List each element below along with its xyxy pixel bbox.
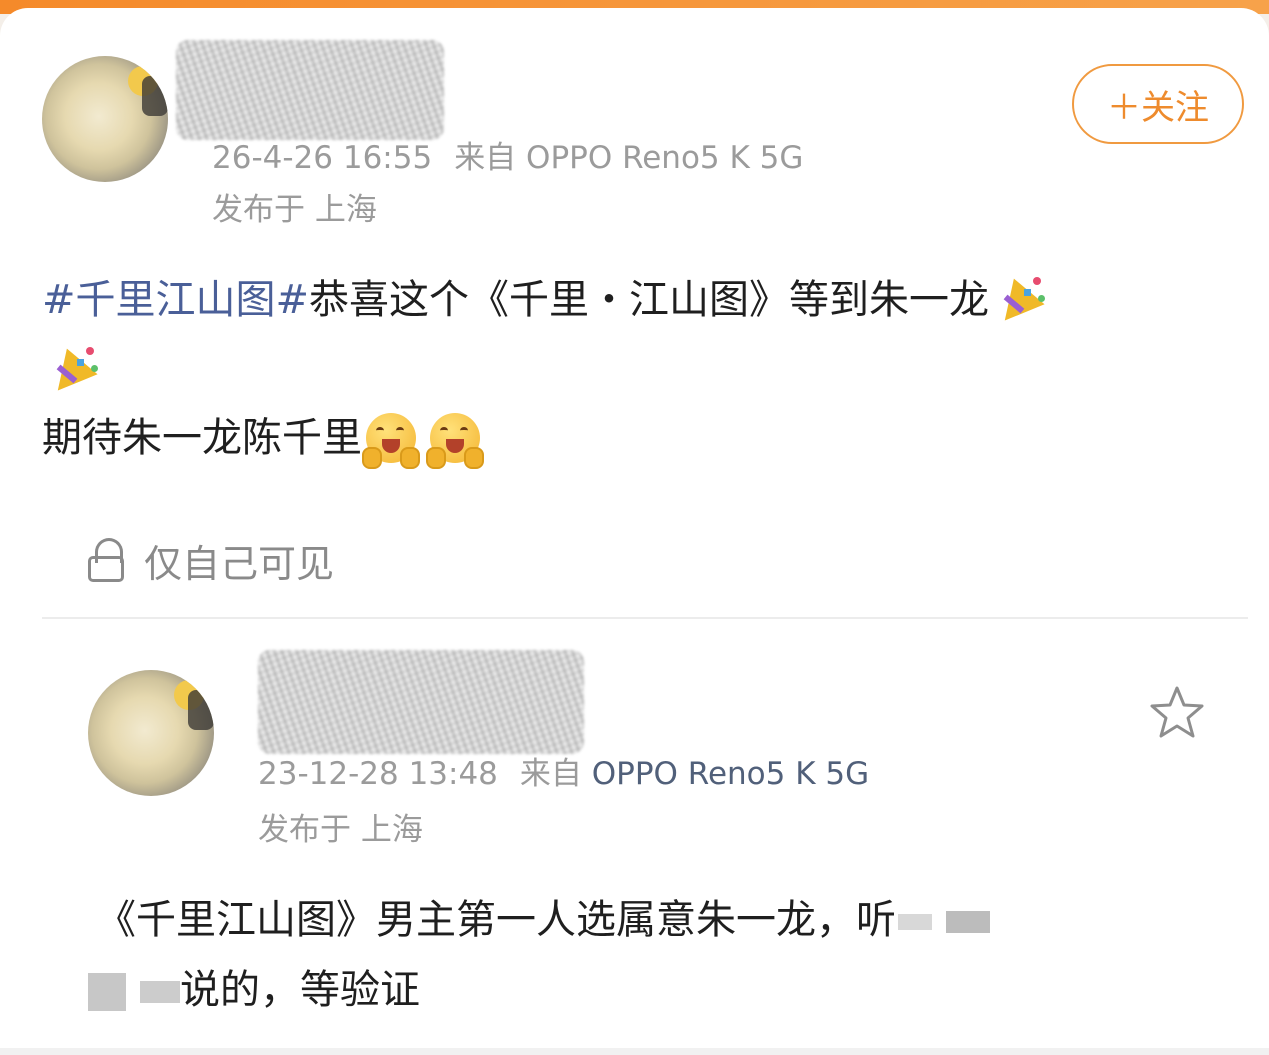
bottom-strip xyxy=(0,1048,1269,1055)
lock-icon xyxy=(86,536,130,584)
post-location: 发布于 上海 xyxy=(258,812,423,848)
post-source: 来自 OPPO Reno5 K 5G xyxy=(454,140,804,176)
avatar[interactable] xyxy=(42,56,168,182)
visibility-label: 仅自己可见 xyxy=(144,541,335,586)
post-text: 《千里江山图》男主第一人选属意朱一龙，听 xyxy=(96,897,896,943)
username-redacted[interactable] xyxy=(258,650,584,754)
post-text: 恭喜这个《千里・江山图》等到朱一龙 xyxy=(309,277,990,323)
post-location: 发布于 上海 xyxy=(212,192,377,228)
post-body-line-1: #千里江山图#恭喜这个《千里・江山图》等到朱一龙 xyxy=(42,266,1047,334)
post-body-emoji-line xyxy=(42,336,100,404)
post-body-line-2: 期待朱一龙陈千里 xyxy=(42,404,484,472)
party-popper-emoji xyxy=(42,343,100,404)
avatar[interactable] xyxy=(88,670,214,796)
star-icon[interactable] xyxy=(1148,684,1206,740)
party-popper-emoji xyxy=(989,273,1047,334)
username-redacted[interactable] xyxy=(176,40,444,140)
post-meta: 23-12-28 13:48 来自 OPPO Reno5 K 5G xyxy=(258,754,869,794)
post-source-prefix: 来自 xyxy=(519,756,582,792)
post-body-line-2: 说的，等验证 xyxy=(88,956,420,1024)
timestamp: 23-12-28 13:48 xyxy=(258,756,498,792)
divider xyxy=(42,617,1248,619)
timestamp: 26-4-26 16:55 xyxy=(212,140,433,176)
redacted-text xyxy=(946,911,990,933)
happy-face-emoji xyxy=(426,411,484,469)
happy-face-emoji xyxy=(362,411,420,469)
post-body-line-1: 《千里江山图》男主第一人选属意朱一龙，听 xyxy=(96,886,990,954)
post-meta: 26-4-26 16:55 来自 OPPO Reno5 K 5G xyxy=(212,138,803,178)
follow-button[interactable]: ＋关注 xyxy=(1072,64,1244,144)
device-link[interactable]: OPPO Reno5 K 5G xyxy=(592,756,869,792)
post-text: 期待朱一龙陈千里 xyxy=(42,415,362,461)
hashtag-link[interactable]: #千里江山图# xyxy=(42,277,309,323)
redacted-text xyxy=(88,973,126,1011)
post-text: 说的，等验证 xyxy=(180,967,420,1013)
visibility-indicator: 仅自己可见 xyxy=(86,534,334,586)
redacted-text xyxy=(898,914,932,930)
redacted-text xyxy=(140,981,180,1003)
